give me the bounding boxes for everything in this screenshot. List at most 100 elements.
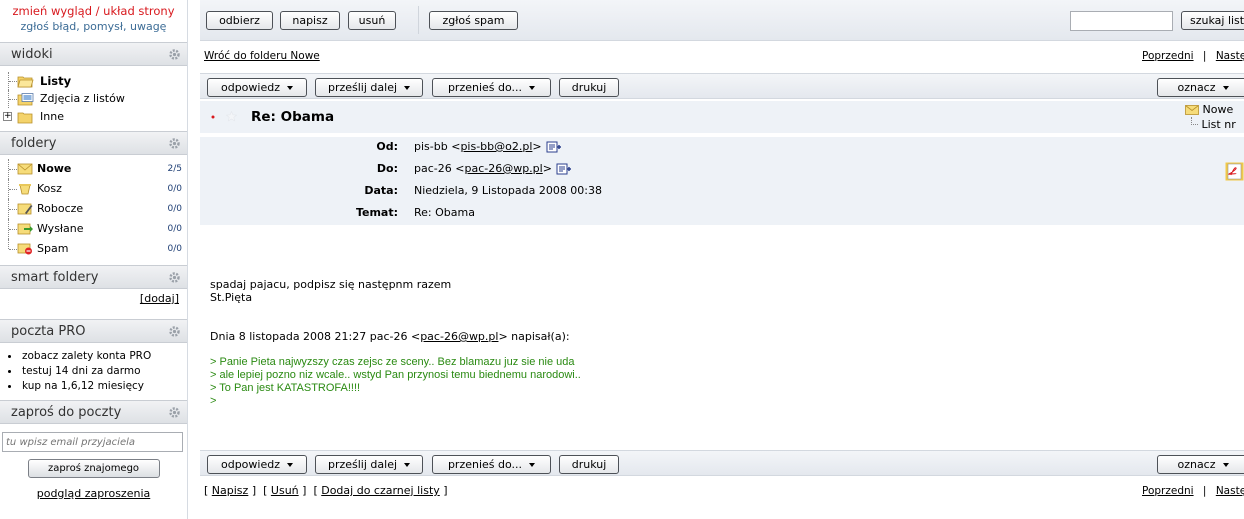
to-name: pac-26 — [414, 162, 452, 175]
pro-item-trial[interactable]: testuj 14 dni za darmo — [8, 364, 187, 379]
folder-count: 0/0 — [167, 244, 182, 254]
smart-folders-section-header[interactable]: smart foldery — [0, 265, 187, 289]
gear-icon[interactable] — [168, 325, 181, 338]
chevron-down-icon — [287, 86, 293, 90]
add-contact-icon[interactable] — [556, 163, 572, 175]
tree-connector — [8, 199, 17, 219]
invite-preview-link[interactable]: podgląd zaproszenia — [37, 487, 151, 500]
search-button[interactable]: szukaj listu — [1181, 11, 1244, 30]
folder-item-trash[interactable]: Kosz 0/0 — [0, 179, 187, 199]
gear-icon[interactable] — [168, 137, 181, 150]
tree-connector — [8, 219, 17, 239]
nav-separator: | — [1202, 50, 1207, 62]
pdf-icon[interactable] — [1225, 162, 1244, 181]
forward-button-bottom[interactable]: prześlij dalej — [315, 455, 423, 474]
pro-section-header[interactable]: poczta PRO — [0, 319, 187, 343]
folder-label: Wysłane — [37, 222, 84, 235]
reply-label: odpowiedz — [220, 458, 280, 471]
tree-connector — [8, 90, 17, 108]
subject-row: Re: Obama — [200, 101, 1244, 133]
move-to-button[interactable]: przenieś do... — [432, 78, 551, 97]
compose-button[interactable]: napisz — [280, 11, 340, 30]
action-bar-top: odpowiedz prześlij dalej przenieś do... … — [200, 73, 1244, 99]
report-bug-link[interactable]: zgłoś błąd, pomysł, uwagę — [0, 19, 187, 34]
bracket-close: ] — [443, 484, 448, 497]
gear-icon[interactable] — [168, 271, 181, 284]
folders-section-header[interactable]: foldery — [0, 131, 187, 155]
pro-title: poczta PRO — [11, 324, 86, 339]
view-item-photos[interactable]: Zdjęcia z listów — [0, 90, 187, 108]
folder-item-new[interactable]: Nowe 2/5 — [0, 159, 187, 179]
folder-item-drafts[interactable]: Robocze 0/0 — [0, 199, 187, 219]
quote-line: > To Pan jest KATASTROFA!!!! — [210, 382, 361, 394]
previous-link-bottom[interactable]: Poprzedni — [1142, 485, 1194, 497]
chevron-down-icon — [404, 463, 411, 467]
pro-item-benefits[interactable]: zobacz zalety konta PRO — [8, 349, 187, 364]
view-item-label: Listy — [40, 74, 72, 88]
smart-folders-title: smart foldery — [11, 270, 99, 285]
move-to-button-bottom[interactable]: przenieś do... — [432, 455, 551, 474]
mark-button[interactable]: oznacz — [1157, 78, 1244, 97]
delete-button[interactable]: usuń — [348, 11, 396, 30]
quote-email-link[interactable]: pac-26@wp.pl — [420, 330, 498, 343]
invite-email-input[interactable] — [2, 432, 183, 452]
nav-separator: | — [1202, 485, 1207, 497]
date-value: Niedziela, 9 Listopada 2008 00:38 — [414, 184, 603, 197]
reply-button[interactable]: odpowiedz — [207, 78, 307, 97]
mark-label: oznacz — [1177, 458, 1216, 471]
from-email-link[interactable]: pis-bb@o2.pl — [460, 140, 532, 153]
mark-button-bottom[interactable]: oznacz — [1157, 455, 1244, 474]
forward-button[interactable]: prześlij dalej — [315, 78, 423, 97]
envelope-icon — [17, 163, 33, 175]
folder-count: 0/0 — [167, 224, 182, 234]
add-smart-folder-link[interactable]: [dodaj] — [140, 292, 179, 305]
delete-link[interactable]: Usuń — [271, 484, 299, 497]
reply-label: odpowiedz — [220, 81, 280, 94]
chevron-down-icon — [287, 463, 293, 467]
gear-icon[interactable] — [168, 406, 181, 419]
search-input[interactable] — [1070, 11, 1173, 31]
mark-label: oznacz — [1177, 81, 1216, 94]
to-label: Do: — [376, 162, 398, 175]
next-link[interactable]: Następny — [1216, 50, 1244, 62]
change-layout-link[interactable]: zmień wygląd / układ strony — [0, 4, 187, 19]
gear-icon[interactable] — [168, 48, 181, 61]
trash-icon — [19, 184, 31, 195]
folder-count: 0/0 — [167, 184, 182, 194]
body-line: spadaj pajacu, podpisz się następnm raze… — [210, 278, 452, 291]
date-label: Data: — [364, 184, 398, 197]
invite-friend-button[interactable]: zaproś znajomego — [27, 459, 160, 478]
views-section-header[interactable]: widoki — [0, 42, 187, 66]
thread-folder-label[interactable]: Nowe — [1203, 103, 1234, 116]
tree-connector — [8, 179, 17, 199]
invite-section-header[interactable]: zaproś do poczty — [0, 400, 187, 424]
message-body: spadaj pajacu, podpisz się następnm raze… — [210, 278, 451, 304]
top-toolbar: odbierz napisz usuń zgłoś spam szukaj li… — [200, 0, 1244, 41]
reply-button-bottom[interactable]: odpowiedz — [207, 455, 307, 474]
folder-item-sent[interactable]: Wysłane 0/0 — [0, 219, 187, 239]
views-title: widoki — [11, 47, 53, 62]
blacklist-link[interactable]: Dodaj do czarnej listy — [321, 484, 440, 497]
view-item-other[interactable]: + Inne — [0, 108, 187, 126]
bracket-close: ] — [251, 484, 257, 497]
star-icon[interactable] — [226, 111, 237, 122]
receive-button[interactable]: odbierz — [206, 11, 273, 30]
back-to-folder-link[interactable]: Wróć do folderu Nowe — [204, 50, 320, 62]
folder-item-spam[interactable]: Spam 0/0 — [0, 239, 187, 259]
print-button-bottom[interactable]: drukuj — [559, 455, 619, 474]
chevron-down-icon — [1222, 86, 1229, 90]
pro-item-buy[interactable]: kup na 1,6,12 miesięcy — [8, 379, 187, 394]
report-spam-button[interactable]: zgłoś spam — [429, 11, 518, 30]
folder-icon — [17, 112, 33, 124]
print-button[interactable]: drukuj — [559, 78, 619, 97]
next-link-bottom[interactable]: Następny — [1216, 485, 1244, 497]
compose-link[interactable]: Napisz — [212, 484, 249, 497]
envelope-icon — [1185, 105, 1199, 115]
photos-folder-icon — [17, 93, 34, 106]
previous-link[interactable]: Poprzedni — [1142, 50, 1194, 62]
add-contact-icon[interactable] — [546, 141, 562, 153]
to-email-link[interactable]: pac-26@wp.pl — [464, 162, 542, 175]
expand-plus-icon[interactable]: + — [3, 112, 12, 121]
view-item-letters[interactable]: Listy — [0, 72, 187, 90]
thread-message-label[interactable]: List nr — [1202, 118, 1236, 131]
